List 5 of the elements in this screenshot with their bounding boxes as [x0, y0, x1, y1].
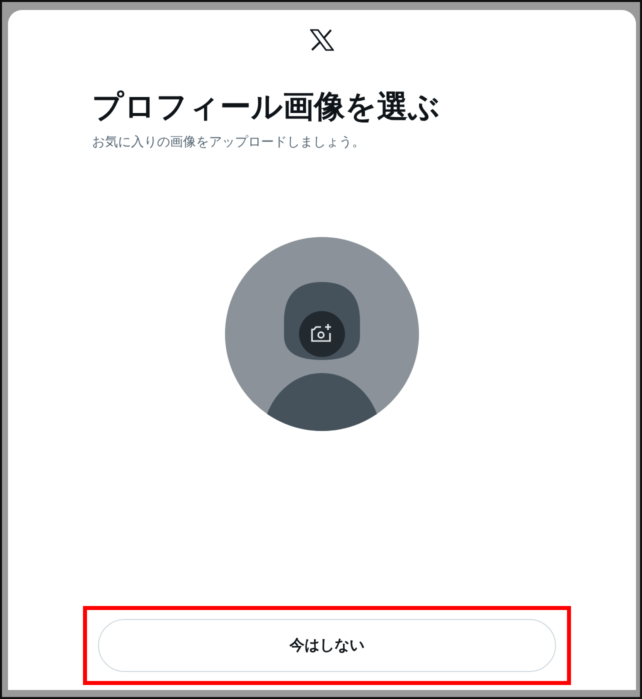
- skip-button[interactable]: 今はしない: [98, 619, 556, 672]
- dialog-title: プロフィール画像を選ぶ: [92, 88, 441, 127]
- x-logo-icon: [310, 29, 334, 51]
- avatar-placeholder-icon[interactable]: [224, 236, 420, 432]
- dialog-subtitle: お気に入りの画像をアップロードしましょう。: [92, 134, 366, 151]
